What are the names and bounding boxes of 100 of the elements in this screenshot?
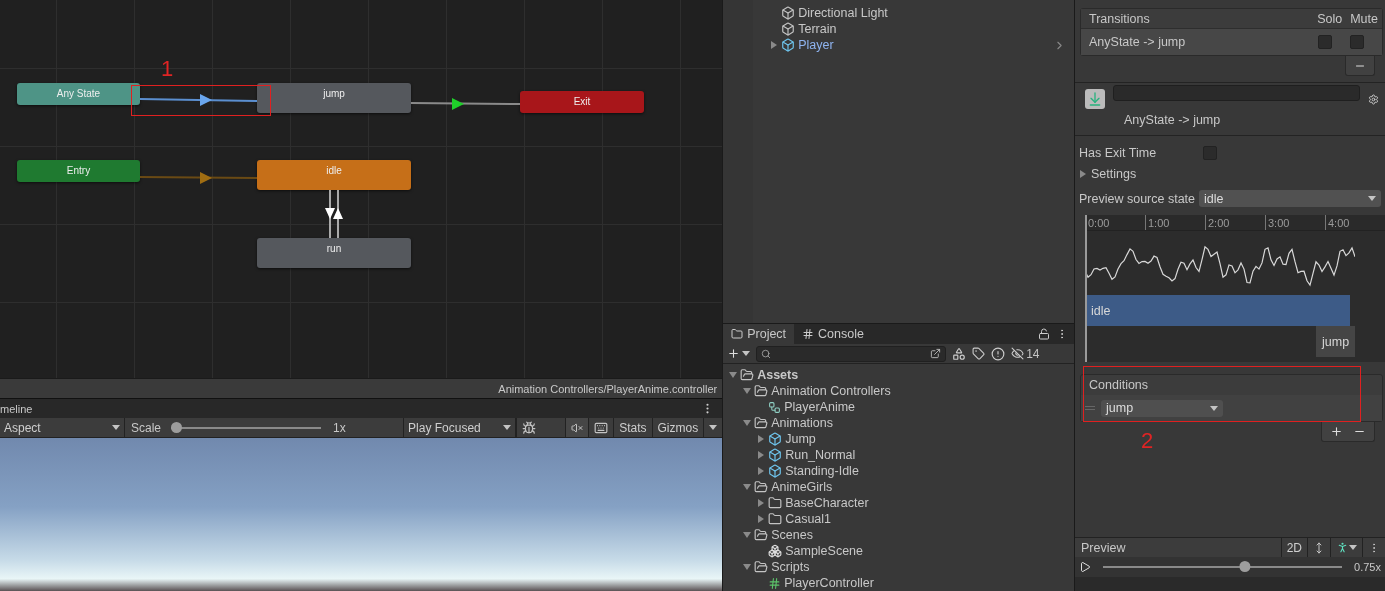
source-state-dropdown[interactable]: idle [1199, 190, 1381, 207]
tree-item[interactable]: Animations [723, 415, 1074, 431]
cube-icon [781, 38, 796, 52]
collapsed-arrow-icon[interactable] [1079, 169, 1087, 178]
caret-icon [503, 425, 512, 430]
column-label: Solo [1317, 11, 1343, 26]
plus-icon[interactable] [1330, 425, 1343, 438]
open-folder-icon [754, 416, 769, 430]
name-field[interactable] [1113, 85, 1360, 101]
plus-icon [727, 347, 741, 360]
tag-icon[interactable] [972, 347, 986, 360]
tree-item[interactable]: Casual1 [723, 511, 1074, 527]
asset-name: Casual1 [785, 512, 832, 526]
property-label: Preview source state [1079, 191, 1196, 206]
annotation-number: 2 [1141, 430, 1154, 452]
tree-item[interactable]: Animation Controllers [723, 383, 1074, 399]
asset-name: Assets [757, 368, 799, 382]
state-node[interactable]: Exit [520, 91, 644, 113]
play-icon[interactable] [1079, 561, 1091, 573]
slider-thumb[interactable] [171, 421, 183, 433]
open-folder-icon [754, 384, 769, 398]
asset-name: AnimeGirls [771, 480, 833, 494]
expanded-arrow-icon[interactable] [743, 419, 752, 427]
hierarchy-item[interactable]: Directional Light [753, 5, 1074, 21]
list-header: Transitions [1089, 11, 1151, 26]
track-bar[interactable]: jump [1316, 326, 1356, 357]
slider-thumb[interactable] [1239, 561, 1251, 572]
play-mode-dropdown[interactable]: Play Focused [403, 418, 517, 437]
parameter-dropdown[interactable]: jump [1101, 399, 1223, 417]
hash-icon [768, 576, 782, 590]
settings-icon[interactable] [1368, 93, 1379, 105]
tree-item[interactable]: Scripts [723, 559, 1074, 575]
state-node[interactable]: Entry [17, 160, 140, 182]
caret-icon [1349, 545, 1357, 550]
transition-arrow[interactable] [410, 98, 521, 110]
add-remove-buttons[interactable] [1321, 422, 1375, 442]
asset-name: BaseCharacter [785, 496, 869, 510]
scale-slider[interactable] [171, 421, 322, 434]
track-bar[interactable]: idle [1085, 295, 1350, 326]
lock-icon[interactable] [1038, 328, 1050, 340]
time-tick: 2:00 [1205, 215, 1265, 230]
transition-arrow[interactable] [325, 189, 335, 239]
create-button[interactable] [727, 347, 751, 360]
hierarchy-item[interactable]: Player [753, 37, 1074, 53]
asset-name: PlayerController [784, 576, 874, 590]
transition-arrow[interactable] [333, 189, 343, 239]
cube-icon [768, 464, 783, 478]
expanded-arrow-icon[interactable] [743, 483, 752, 491]
shapes-icon[interactable] [952, 346, 967, 361]
search-field[interactable] [756, 345, 947, 362]
tree-item[interactable]: Run_Normal [723, 447, 1074, 463]
tree-item[interactable]: PlayerController [723, 575, 1074, 591]
tree-item[interactable]: SampleScene [723, 543, 1074, 559]
tree-item[interactable]: AnimeGirls [723, 479, 1074, 495]
keyboard-icon [594, 420, 609, 435]
caret-icon [1368, 196, 1376, 201]
panel-tab[interactable]: Console [794, 324, 872, 344]
panel-tab[interactable]: Project [723, 324, 795, 344]
open-folder-icon [754, 480, 769, 494]
aspect-dropdown[interactable]: Aspect [0, 418, 125, 437]
search-icon [761, 348, 772, 359]
tree-item[interactable]: Assets [723, 367, 1074, 383]
hierarchy-item[interactable]: Terrain [753, 21, 1074, 37]
asset-name: Jump [785, 432, 816, 446]
tree-item[interactable]: Standing-Idle [723, 463, 1074, 479]
asset-name: Run_Normal [785, 448, 856, 462]
time-tick: 3:00 [1265, 215, 1325, 230]
tree-item[interactable]: Scenes [723, 527, 1074, 543]
stats-button[interactable]: Stats [613, 418, 652, 437]
solo-checkbox[interactable] [1318, 35, 1332, 49]
collapsed-arrow-icon[interactable] [770, 41, 779, 49]
controller-path: Animation Controllers/PlayerAnime.controller [498, 382, 718, 395]
scale-reading: 1x [333, 420, 347, 435]
asset-name: Scripts [771, 560, 810, 574]
tree-item[interactable]: BaseCharacter [723, 495, 1074, 511]
remove-button[interactable] [1345, 56, 1375, 76]
settings-foldout[interactable]: Settings [1075, 163, 1385, 184]
alert-icon[interactable] [991, 346, 1006, 361]
cube-icon [768, 448, 783, 462]
expanded-arrow-icon[interactable] [743, 563, 752, 571]
open-folder-icon [754, 560, 769, 574]
gizmos-button[interactable]: Gizmos [651, 418, 704, 437]
hidden-packages-button[interactable]: 14 [1011, 346, 1040, 361]
state-node[interactable]: run [257, 238, 411, 268]
window-tab[interactable]: meline [0, 402, 33, 415]
caret-icon [742, 351, 751, 356]
transition-arrow[interactable] [139, 94, 258, 106]
open-folder-icon [754, 528, 769, 542]
time-tick: 1:00 [1145, 215, 1205, 230]
mute-button[interactable] [565, 418, 589, 437]
tree-item[interactable]: PlayerAnime [723, 399, 1074, 415]
folder-icon [731, 328, 744, 340]
asset-name: Scenes [771, 528, 813, 542]
state-node[interactable]: jump [257, 83, 411, 113]
tree-item[interactable]: Jump [723, 431, 1074, 447]
cube-icon [781, 6, 796, 20]
mute-checkbox[interactable] [1350, 35, 1364, 49]
expanded-arrow-icon[interactable] [743, 531, 752, 539]
list-header: Conditions [1089, 378, 1149, 392]
mute-icon [571, 421, 584, 434]
